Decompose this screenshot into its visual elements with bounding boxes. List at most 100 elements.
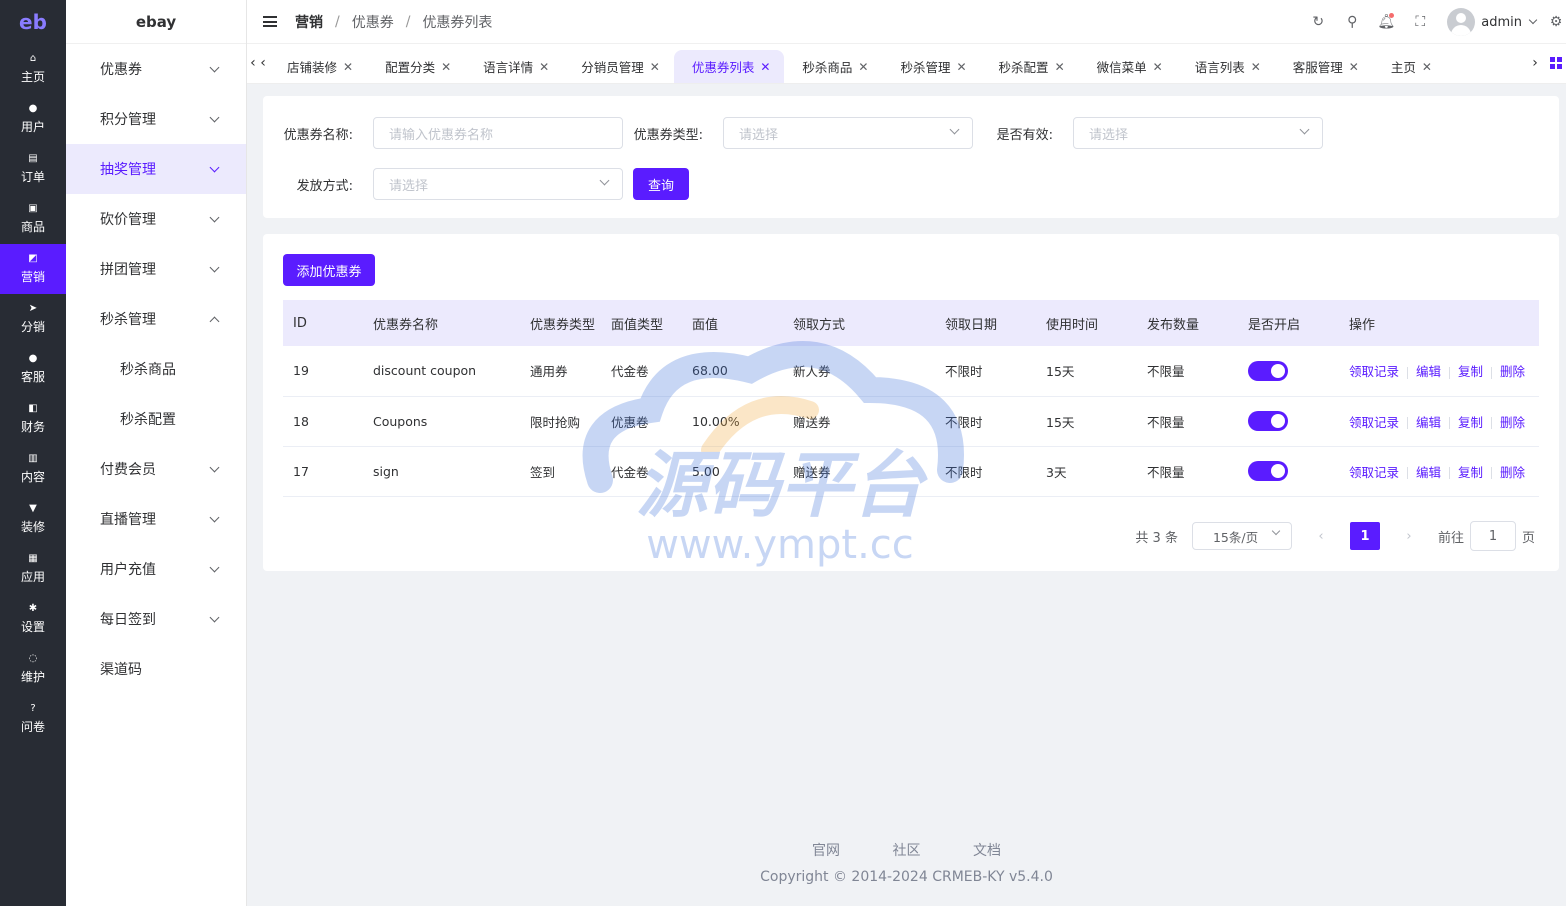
- records-link[interactable]: 领取记录: [1349, 364, 1399, 379]
- close-icon[interactable]: ✕: [1349, 60, 1359, 74]
- footer-link-official[interactable]: 官网: [812, 843, 840, 859]
- tab-shop-decorate[interactable]: 店铺装修 ✕: [269, 50, 367, 83]
- app-logo[interactable]: eb: [0, 0, 66, 44]
- fullscreen-icon[interactable]: ⛶: [1412, 14, 1428, 30]
- gear-icon[interactable]: ⚙: [1548, 14, 1564, 30]
- coupon-type-select[interactable]: 请选择: [723, 117, 973, 149]
- close-icon[interactable]: ✕: [441, 60, 451, 74]
- chevron-down-icon[interactable]: [1528, 15, 1538, 25]
- enable-toggle[interactable]: [1248, 360, 1288, 381]
- avatar[interactable]: [1447, 8, 1476, 36]
- prev-page-icon[interactable]: ‹: [1306, 529, 1336, 544]
- close-icon[interactable]: ✕: [1422, 60, 1432, 74]
- bell-icon[interactable]: 🔔︎: [1377, 13, 1395, 30]
- rail-item-settings[interactable]: ✱ 设置: [0, 594, 66, 644]
- rail-item-order[interactable]: ▤ 订单: [0, 144, 66, 194]
- menu-item-points[interactable]: 积分管理: [66, 94, 246, 144]
- close-icon[interactable]: ✕: [1153, 60, 1163, 74]
- tab-seckill-manage[interactable]: 秒杀管理 ✕: [882, 50, 980, 83]
- menu-item-recharge[interactable]: 用户充值: [66, 544, 246, 594]
- tabs-menu-icon[interactable]: [1550, 57, 1562, 69]
- page-number-active[interactable]: 1: [1349, 522, 1380, 550]
- copy-link[interactable]: 复制: [1458, 415, 1483, 430]
- tab-seckill-goods[interactable]: 秒杀商品 ✕: [784, 50, 882, 83]
- delete-link[interactable]: 删除: [1500, 364, 1525, 379]
- tab-language-detail[interactable]: 语言详情 ✕: [465, 50, 563, 83]
- tab-coupon-list[interactable]: 优惠券列表 ✕: [673, 50, 785, 83]
- username[interactable]: admin: [1481, 15, 1522, 30]
- tab-distributor[interactable]: 分销员管理 ✕: [563, 50, 674, 83]
- close-icon[interactable]: ✕: [650, 60, 660, 74]
- breadcrumb-mid[interactable]: 优惠券: [352, 12, 394, 32]
- rail-item-goods[interactable]: ▣ 商品: [0, 194, 66, 244]
- rail-item-distribution[interactable]: ➤ 分销: [0, 294, 66, 344]
- menu-item-channel-code[interactable]: 渠道码: [66, 644, 246, 694]
- edit-link[interactable]: 编辑: [1416, 364, 1441, 379]
- menu-item-seckill-config[interactable]: 秒杀配置: [66, 394, 246, 444]
- chevron-down-icon: [209, 562, 220, 572]
- menu-item-seckill-goods[interactable]: 秒杀商品: [66, 344, 246, 394]
- menu-item-live[interactable]: 直播管理: [66, 494, 246, 544]
- query-button[interactable]: 查询: [633, 168, 689, 200]
- close-icon[interactable]: ✕: [858, 60, 868, 74]
- rail-item-decorate[interactable]: ▼ 装修: [0, 494, 66, 544]
- rail-item-service[interactable]: ● 客服: [0, 344, 66, 394]
- tab-home[interactable]: 主页 ✕: [1373, 50, 1446, 83]
- coupon-name-input[interactable]: 请输入优惠券名称: [373, 117, 623, 149]
- delete-link[interactable]: 删除: [1500, 415, 1525, 430]
- records-link[interactable]: 领取记录: [1349, 415, 1399, 430]
- rail-item-home[interactable]: ⌂ 主页: [0, 44, 66, 94]
- cell-enabled: [1238, 346, 1339, 397]
- copy-link[interactable]: 复制: [1458, 465, 1483, 480]
- close-icon[interactable]: ✕: [956, 60, 966, 74]
- menu-item-bargain[interactable]: 砍价管理: [66, 194, 246, 244]
- close-icon[interactable]: ✕: [539, 60, 549, 74]
- tab-config-category[interactable]: 配置分类 ✕: [367, 50, 465, 83]
- close-icon[interactable]: ✕: [1251, 60, 1261, 74]
- rail-item-content[interactable]: ▥ 内容: [0, 444, 66, 494]
- copyright: Copyright © 2014-2024 CRMEB-KY v5.4.0: [760, 869, 1053, 885]
- close-icon[interactable]: ✕: [1055, 60, 1065, 74]
- edit-link[interactable]: 编辑: [1416, 465, 1441, 480]
- menu-item-signin[interactable]: 每日签到: [66, 594, 246, 644]
- menu-toggle-icon[interactable]: [263, 16, 277, 27]
- valid-select[interactable]: 请选择: [1073, 117, 1323, 149]
- tabs-scroll-left-icon[interactable]: ‹ ‹: [247, 43, 269, 83]
- menu-item-lottery[interactable]: 抽奖管理: [66, 144, 246, 194]
- rail-item-maintenance[interactable]: ◌ 维护: [0, 644, 66, 694]
- rail-item-apps[interactable]: ▦ 应用: [0, 544, 66, 594]
- refresh-icon[interactable]: ↻: [1310, 14, 1326, 30]
- enable-toggle[interactable]: [1248, 411, 1288, 431]
- next-page-icon[interactable]: ›: [1394, 529, 1424, 544]
- tab-service-manage[interactable]: 客服管理 ✕: [1275, 50, 1373, 83]
- menu-item-seckill[interactable]: 秒杀管理: [66, 294, 246, 344]
- goto-page-input[interactable]: 1: [1469, 521, 1516, 551]
- issue-method-select[interactable]: 请选择: [373, 168, 623, 200]
- page-size-select[interactable]: 15条/页: [1191, 522, 1292, 550]
- tabs-scroll-right-icon[interactable]: ›: [1524, 43, 1546, 83]
- copy-link[interactable]: 复制: [1458, 364, 1483, 379]
- search-icon[interactable]: ⚲: [1344, 14, 1360, 30]
- menu-item-group[interactable]: 拼团管理: [66, 244, 246, 294]
- edit-link[interactable]: 编辑: [1416, 415, 1441, 430]
- rail-item-survey[interactable]: ? 问卷: [0, 694, 66, 744]
- rail-item-marketing[interactable]: ◩ 营销: [0, 244, 66, 294]
- add-coupon-button[interactable]: 添加优惠券: [283, 254, 375, 286]
- logo-text: eb: [19, 10, 47, 34]
- menu-item-paid-member[interactable]: 付费会员: [66, 444, 246, 494]
- tab-wechat-menu[interactable]: 微信菜单 ✕: [1079, 50, 1177, 83]
- close-icon[interactable]: ✕: [343, 60, 353, 74]
- menu-item-coupon[interactable]: 优惠券: [66, 44, 246, 94]
- delete-link[interactable]: 删除: [1500, 465, 1525, 480]
- rail-item-finance[interactable]: ◧ 财务: [0, 394, 66, 444]
- close-icon[interactable]: ✕: [760, 60, 770, 74]
- tab-language-list[interactable]: 语言列表 ✕: [1177, 50, 1275, 83]
- footer-link-docs[interactable]: 文档: [973, 843, 1001, 859]
- footer-link-community[interactable]: 社区: [893, 843, 921, 859]
- breadcrumb-root[interactable]: 营销: [295, 12, 323, 32]
- records-link[interactable]: 领取记录: [1349, 465, 1399, 480]
- rail-item-user[interactable]: ● 用户: [0, 94, 66, 144]
- cell-date: 不限时: [935, 396, 1036, 447]
- tab-seckill-config[interactable]: 秒杀配置 ✕: [981, 50, 1079, 83]
- enable-toggle[interactable]: [1248, 461, 1288, 481]
